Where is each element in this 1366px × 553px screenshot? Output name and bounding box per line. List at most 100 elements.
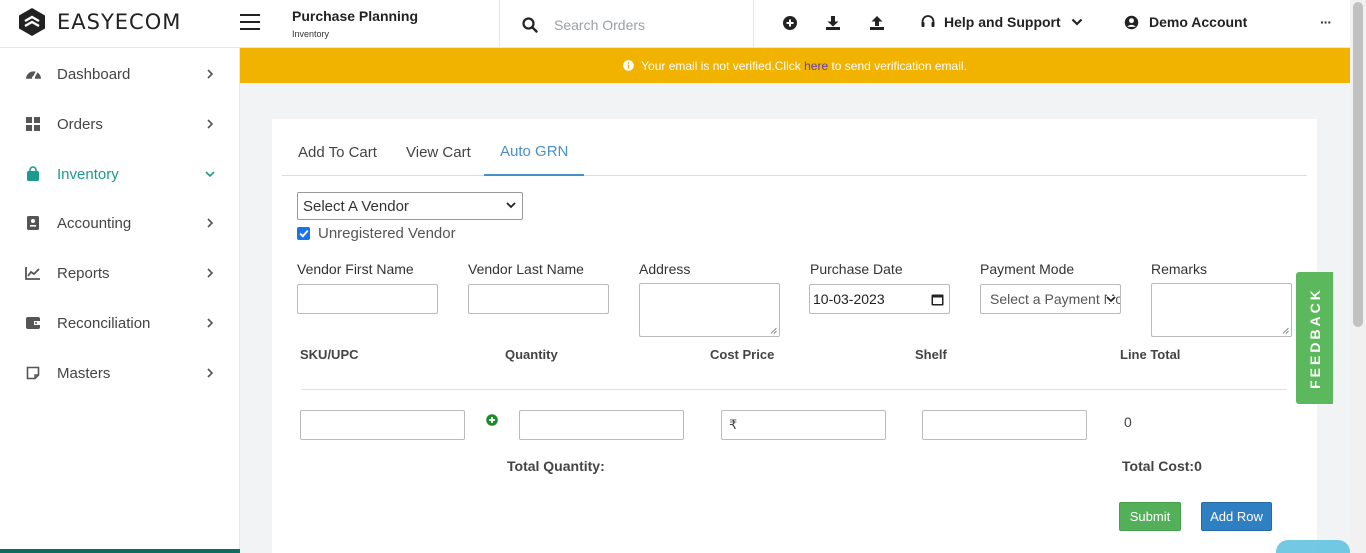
- sidebar-item-accounting[interactable]: Accounting: [0, 203, 240, 243]
- headset-icon: [921, 15, 935, 27]
- sidebar-item-label: Reports: [57, 264, 110, 282]
- brand-name: EASYECOM: [57, 10, 182, 34]
- grid-icon: [24, 115, 42, 133]
- sidebar-item-label: Inventory: [57, 165, 119, 183]
- unregistered-vendor-label: Unregistered Vendor: [318, 225, 456, 242]
- sku-input[interactable]: [300, 410, 465, 440]
- vendor-select-value: Select A Vendor: [303, 197, 409, 215]
- easyecom-logo-icon: [19, 8, 45, 36]
- chevron-right-icon: [207, 218, 214, 228]
- sidebar-item-label: Accounting: [57, 214, 132, 232]
- upload-icon[interactable]: [869, 15, 885, 31]
- top-header: EASYECOM Purchase Planning Inventory He: [0, 0, 1350, 48]
- column-header-sku: SKU/UPC: [300, 347, 359, 362]
- sidebar-item-label: Reconciliation: [57, 314, 151, 332]
- page-subtitle: Inventory: [292, 29, 330, 39]
- header-divider: [753, 0, 754, 48]
- chevron-down-icon: [1071, 18, 1082, 26]
- tab-add-to-cart[interactable]: Add To Cart: [282, 129, 393, 176]
- tab-auto-grn[interactable]: Auto GRN: [484, 129, 585, 176]
- search-input[interactable]: [554, 14, 744, 36]
- remarks-textarea[interactable]: [1151, 283, 1292, 337]
- sidebar-footer-bar: [0, 549, 240, 553]
- sidebar-item-inventory[interactable]: Inventory: [0, 154, 240, 194]
- purchase-date-label: Purchase Date: [810, 261, 903, 277]
- page-scrollbar[interactable]: [1350, 0, 1366, 553]
- chart-line-icon: [24, 264, 42, 282]
- column-header-shelf: Shelf: [915, 347, 947, 362]
- more-options-icon[interactable]: ···: [1320, 14, 1332, 30]
- sidebar: Dashboard Orders Inventory Accounting Re…: [0, 48, 240, 553]
- cost-price-input[interactable]: ₹: [721, 410, 886, 440]
- wallet-icon: [24, 314, 42, 332]
- menu-toggle-icon[interactable]: [240, 14, 260, 30]
- auto-grn-card: Add To Cart View Cart Auto GRN Select A …: [272, 119, 1317, 553]
- purchase-date-value: 10-03-2023: [813, 291, 885, 307]
- chevron-down-icon: [506, 202, 516, 209]
- banner-text-suffix: to send verification email.: [828, 58, 967, 73]
- note-icon: [24, 364, 42, 382]
- sidebar-item-reconciliation[interactable]: Reconciliation: [0, 303, 240, 343]
- feedback-label: FEEDBACK: [1306, 287, 1323, 389]
- vendor-first-name-field[interactable]: [297, 284, 438, 314]
- chevron-down-icon: [1106, 296, 1116, 303]
- vendor-last-name-field[interactable]: [468, 284, 609, 314]
- chevron-right-icon: [207, 268, 214, 278]
- chevron-down-icon: [205, 171, 215, 178]
- page-title-block: Purchase Planning Inventory: [292, 8, 418, 39]
- column-header-line-total: Line Total: [1120, 347, 1181, 362]
- brand-logo[interactable]: EASYECOM: [17, 7, 181, 37]
- download-icon[interactable]: [825, 15, 841, 31]
- submit-button[interactable]: Submit: [1119, 502, 1181, 531]
- account-label: Demo Account: [1149, 14, 1248, 30]
- shopping-bag-icon: [24, 165, 42, 183]
- email-verification-banner: Your email is not verified.Click here to…: [240, 48, 1350, 83]
- header-divider: [499, 0, 500, 48]
- scrollbar-thumb[interactable]: [1353, 2, 1363, 327]
- address-label: Address: [639, 261, 691, 277]
- line-total-value: 0: [1124, 414, 1132, 430]
- verify-email-link[interactable]: here: [804, 59, 828, 73]
- chevron-right-icon: [207, 368, 214, 378]
- resize-handle-icon: [1282, 327, 1289, 334]
- page-title: Purchase Planning: [292, 8, 419, 24]
- chat-widget-tab[interactable]: [1276, 540, 1350, 553]
- sidebar-item-dashboard[interactable]: Dashboard: [0, 54, 240, 94]
- tab-view-cart[interactable]: View Cart: [390, 129, 487, 176]
- total-cost-label: Total Cost:0: [1122, 458, 1202, 474]
- account-menu[interactable]: Demo Account: [1124, 14, 1247, 30]
- vendor-select[interactable]: Select A Vendor: [297, 192, 523, 220]
- help-and-support-menu[interactable]: Help and Support: [920, 14, 1091, 30]
- sidebar-item-reports[interactable]: Reports: [0, 253, 240, 293]
- table-divider: [301, 389, 1287, 390]
- address-textarea[interactable]: [639, 283, 780, 337]
- sidebar-item-label: Orders: [57, 115, 103, 133]
- purchase-date-field[interactable]: 10-03-2023: [809, 284, 950, 314]
- checkmark-icon: [299, 229, 309, 238]
- sidebar-item-orders[interactable]: Orders: [0, 104, 240, 144]
- dashboard-icon: [24, 65, 42, 83]
- add-row-button[interactable]: Add Row: [1201, 502, 1272, 531]
- user-circle-icon: [1124, 15, 1139, 29]
- rupee-prefix: ₹: [729, 417, 738, 432]
- banner-text: Your email is not verified.Click: [641, 58, 805, 73]
- sidebar-item-masters[interactable]: Masters: [0, 353, 240, 393]
- help-label: Help and Support: [944, 14, 1061, 30]
- payment-mode-value: Select a Payment Mode: [990, 291, 1120, 307]
- info-icon: [623, 60, 634, 71]
- unregistered-vendor-row: Unregistered Vendor: [297, 225, 456, 242]
- calendar-icon[interactable]: [931, 293, 944, 306]
- chevron-right-icon: [207, 318, 214, 328]
- remarks-label: Remarks: [1151, 261, 1208, 277]
- shelf-input[interactable]: [922, 410, 1087, 440]
- plus-circle-icon[interactable]: [782, 15, 798, 31]
- sidebar-item-label: Dashboard: [57, 65, 131, 83]
- column-header-quantity: Quantity: [505, 347, 558, 362]
- add-sku-icon[interactable]: [486, 414, 498, 426]
- payment-mode-select[interactable]: Select a Payment Mode: [980, 284, 1121, 314]
- last-name-label: Vendor Last Name: [468, 261, 584, 277]
- unregistered-vendor-checkbox[interactable]: [297, 227, 310, 240]
- resize-handle-icon: [770, 327, 777, 334]
- feedback-tab[interactable]: FEEDBACK: [1296, 272, 1333, 404]
- quantity-input[interactable]: [519, 410, 684, 440]
